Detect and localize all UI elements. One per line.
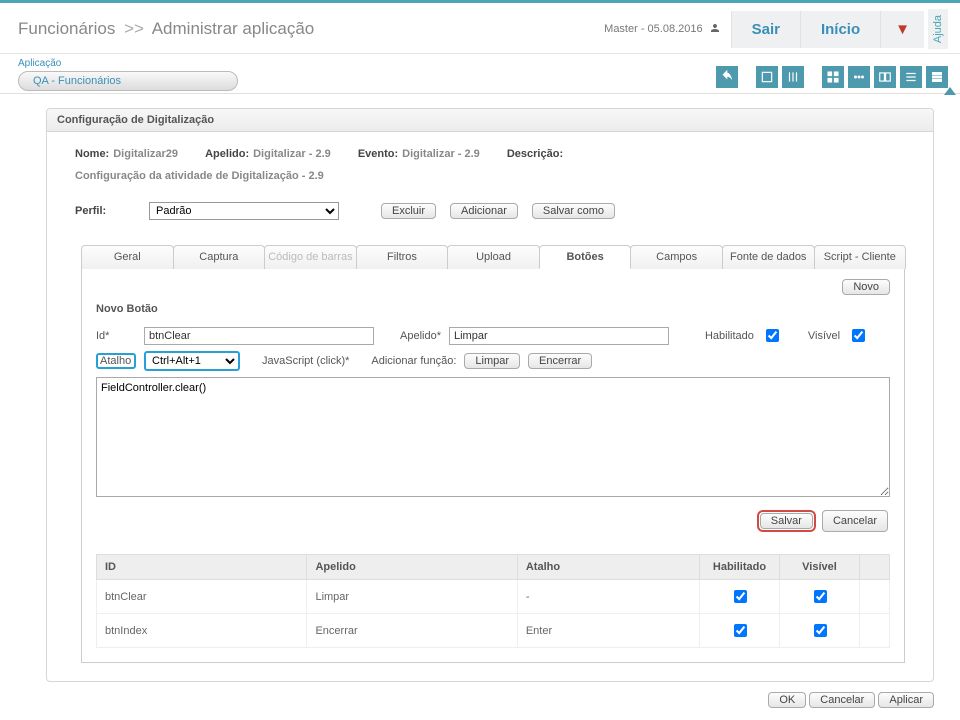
perfil-label: Perfil: — [75, 205, 135, 217]
tool-icon-4[interactable] — [848, 66, 870, 88]
footer-buttons: OK Cancelar Aplicar — [0, 682, 960, 720]
col-visivel: Visível — [780, 555, 860, 580]
dropdown-caret[interactable]: ▼ — [880, 11, 924, 48]
breadcrumb: Funcionários >> Administrar aplicação — [18, 19, 604, 39]
atalho-label: Atalho — [96, 353, 136, 369]
toolbar: Aplicação QA - Funcionários — [0, 54, 960, 94]
row-hab-checkbox[interactable] — [734, 624, 747, 637]
table-row[interactable]: btnIndex Encerrar Enter — [97, 614, 890, 648]
ok-button[interactable]: OK — [768, 692, 806, 708]
tabstrip: Geral Captura Código de barras Filtros U… — [81, 244, 905, 269]
help-tab[interactable]: Ajuda — [928, 9, 948, 49]
row-hab-checkbox[interactable] — [734, 590, 747, 603]
tab-content-botoes: Novo Novo Botão Id* Apelido* Habilitado … — [81, 269, 905, 663]
user-block: Master - 05.08.2016 — [604, 22, 730, 37]
breadcrumb-root[interactable]: Funcionários — [18, 19, 115, 38]
saveas-button[interactable]: Salvar como — [532, 203, 615, 219]
perfil-select[interactable]: Padrão — [149, 202, 339, 220]
config-subtitle: Configuração da atividade de Digitalizaç… — [75, 170, 905, 196]
new-button[interactable]: Novo — [842, 279, 890, 295]
func-limpar-button[interactable]: Limpar — [464, 353, 520, 369]
tool-icon-3[interactable] — [822, 66, 844, 88]
apelido-input[interactable] — [449, 327, 669, 345]
user-label: Master - 05.08.2016 — [604, 23, 702, 35]
footer-cancel-button[interactable]: Cancelar — [809, 692, 875, 708]
visivel-label: Visível — [808, 330, 840, 342]
user-icon[interactable] — [709, 22, 721, 37]
home-button[interactable]: Início — [800, 11, 880, 48]
exit-button[interactable]: Sair — [731, 11, 800, 48]
col-id: ID — [97, 555, 307, 580]
collapse-toggle[interactable] — [944, 87, 956, 95]
col-actions — [860, 555, 890, 580]
app-tag[interactable]: QA - Funcionários — [18, 71, 238, 91]
habilitado-label: Habilitado — [705, 330, 754, 342]
visivel-checkbox[interactable] — [852, 329, 865, 342]
table-row[interactable]: btnClear Limpar - — [97, 580, 890, 614]
col-apelido: Apelido — [307, 555, 517, 580]
col-atalho: Atalho — [517, 555, 699, 580]
tab-geral[interactable]: Geral — [81, 245, 174, 269]
apelido-label: Apelido* — [400, 330, 441, 342]
cancel-button[interactable]: Cancelar — [822, 510, 888, 532]
add-button[interactable]: Adicionar — [450, 203, 518, 219]
js-label: JavaScript (click)* — [262, 355, 349, 367]
tool-icon-7[interactable] — [926, 66, 948, 88]
tool-icon-5[interactable] — [874, 66, 896, 88]
tool-icon-2[interactable] — [782, 66, 804, 88]
config-panel: Configuração de Digitalização Nome:Digit… — [46, 108, 934, 682]
col-habilitado: Habilitado — [700, 555, 780, 580]
delete-button[interactable]: Excluir — [381, 203, 436, 219]
app-label: Aplicação — [18, 56, 238, 71]
row-vis-checkbox[interactable] — [814, 624, 827, 637]
code-textarea[interactable]: FieldController.clear() — [96, 377, 890, 497]
habilitado-checkbox[interactable] — [766, 329, 779, 342]
id-input[interactable] — [144, 327, 374, 345]
buttons-table: ID Apelido Atalho Habilitado Visível btn… — [96, 554, 890, 648]
save-button[interactable]: Salvar — [760, 513, 813, 529]
breadcrumb-sep: >> — [124, 19, 144, 38]
tab-upload[interactable]: Upload — [447, 245, 540, 269]
atalho-select[interactable]: Ctrl+Alt+1 — [144, 351, 240, 371]
func-encerrar-button[interactable]: Encerrar — [528, 353, 592, 369]
tab-fonte[interactable]: Fonte de dados — [722, 245, 815, 269]
id-label: Id* — [96, 330, 136, 342]
tool-icon-6[interactable] — [900, 66, 922, 88]
breadcrumb-current: Administrar aplicação — [152, 19, 315, 38]
tool-icons — [716, 56, 948, 88]
top-bar: Funcionários >> Administrar aplicação Ma… — [0, 0, 960, 54]
tab-botoes[interactable]: Botões — [539, 245, 632, 269]
section-title: Novo Botão — [96, 299, 890, 323]
addfunc-label: Adicionar função: — [371, 355, 456, 367]
row-vis-checkbox[interactable] — [814, 590, 827, 603]
info-row: Nome:Digitalizar29 Apelido:Digitalizar -… — [75, 146, 905, 170]
tab-filtros[interactable]: Filtros — [356, 245, 449, 269]
tab-campos[interactable]: Campos — [630, 245, 723, 269]
tool-icon-1[interactable] — [756, 66, 778, 88]
tab-script[interactable]: Script - Cliente — [814, 245, 907, 269]
tab-codigo[interactable]: Código de barras — [264, 245, 357, 269]
tab-captura[interactable]: Captura — [173, 245, 266, 269]
undo-icon[interactable] — [716, 66, 738, 88]
panel-title: Configuração de Digitalização — [47, 109, 933, 132]
apply-button[interactable]: Aplicar — [878, 692, 934, 708]
